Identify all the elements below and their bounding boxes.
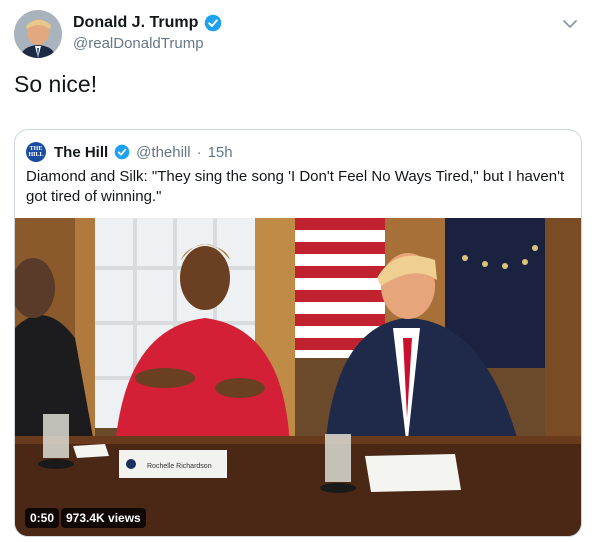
separator-dot: · [196,143,202,161]
quote-timestamp[interactable]: 15h [208,144,233,161]
verified-badge-icon [114,144,130,160]
quote-display-name[interactable]: The Hill [54,144,108,161]
video-frame: Rochelle Richardson [15,218,581,536]
quote-header: THE HILL The Hill @thehill · 15h [26,142,233,162]
chevron-down-icon[interactable] [560,14,580,34]
verified-badge-icon [204,14,222,32]
tweet-text: So nice! [14,71,98,97]
video-views-badge: 973.4K views [61,508,146,528]
display-name[interactable]: Donald J. Trump [73,14,198,32]
video-duration-badge: 0:50 [25,508,60,528]
profile-photo-icon [14,10,62,58]
quoted-tweet-card[interactable]: THE HILL The Hill @thehill · 15h Diamond… [14,129,582,537]
author-block: Donald J. Trump @realDonaldTrump [73,14,222,52]
tweet-header: Donald J. Trump @realDonaldTrump [14,10,584,62]
quote-text: Diamond and Silk: "They sing the song 'I… [26,168,565,205]
video-player[interactable]: Rochelle Richardson 0:50 973.4K views [15,218,581,536]
handle[interactable]: @realDonaldTrump [73,35,222,52]
avatar[interactable] [14,10,62,58]
nameplate-text: Rochelle Richardson [147,463,212,470]
quote-avatar[interactable]: THE HILL [26,142,46,162]
quote-handle[interactable]: @thehill [136,144,190,161]
